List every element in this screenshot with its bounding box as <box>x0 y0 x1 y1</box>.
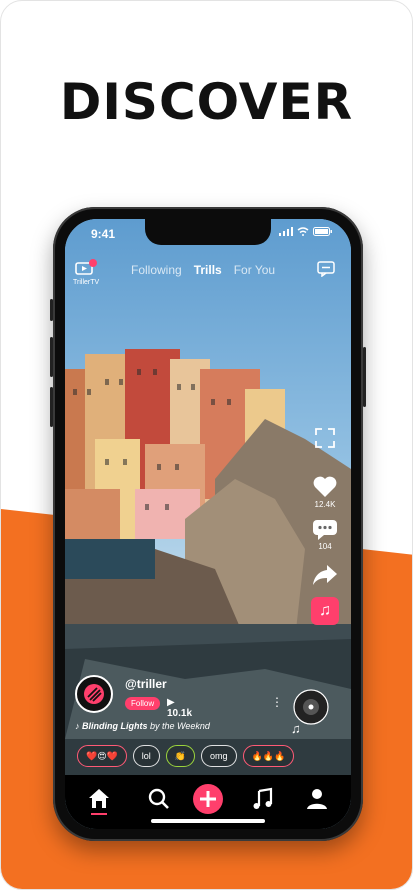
phone-volume-up <box>50 337 53 377</box>
action-rail: 12.4K 104 ♫ <box>307 427 343 625</box>
phone-notch <box>145 219 271 245</box>
song-artist: by the Weeknd <box>150 721 210 731</box>
top-bar: TrillerTV Following Trills For You <box>65 253 351 286</box>
phone-power-button <box>363 347 366 407</box>
app-store-card: DISCOVER 9:41 TrillerTV Following Trills… <box>0 0 413 890</box>
view-count: ▶ 10.1k <box>167 697 193 719</box>
phone-volume-down <box>50 387 53 427</box>
phone-silent-switch <box>50 299 53 321</box>
music-icon[interactable] <box>251 787 275 811</box>
song-info[interactable]: ♪ Blinding Lights by the Weeknd <box>75 721 210 731</box>
message-icon[interactable] <box>317 261 335 277</box>
bottom-nav <box>65 775 351 829</box>
tab-for-you[interactable]: For You <box>234 263 275 277</box>
share-icon[interactable] <box>312 563 338 587</box>
reaction-chip-omg[interactable]: omg <box>201 745 237 767</box>
heart-icon[interactable] <box>312 475 338 499</box>
headline: DISCOVER <box>59 73 354 131</box>
reaction-chip-lol[interactable]: lol <box>132 745 160 767</box>
comments-count: 104 <box>318 542 332 551</box>
triller-tv-icon[interactable] <box>75 259 97 277</box>
music-note-icon[interactable]: ♫ <box>311 597 339 625</box>
music-note-small-icon: ♫ <box>291 721 301 736</box>
phone-screen[interactable]: 9:41 TrillerTV Following Trills For You <box>65 219 351 829</box>
comment-icon[interactable] <box>312 519 338 541</box>
creator-handle[interactable]: @triller <box>125 677 167 691</box>
home-icon[interactable] <box>87 787 111 811</box>
reaction-chip-hearts[interactable]: ❤️😍❤️ <box>77 745 127 767</box>
battery-icon <box>313 227 332 236</box>
wifi-icon <box>297 227 309 236</box>
avatar[interactable] <box>75 675 113 713</box>
status-time: 9:41 <box>91 227 116 241</box>
phone-mockup: 9:41 TrillerTV Following Trills For You <box>50 207 366 841</box>
more-options-icon[interactable]: ⋮ <box>271 695 283 709</box>
triller-logo-icon <box>84 684 104 704</box>
follow-button[interactable]: Follow <box>125 697 161 710</box>
reaction-chip-clap[interactable]: 👏 <box>165 745 196 767</box>
home-active-indicator <box>91 813 107 815</box>
song-note-icon: ♪ <box>75 721 83 731</box>
song-title: Blinding Lights <box>82 721 148 731</box>
tab-following[interactable]: Following <box>131 263 182 277</box>
tab-trills[interactable]: Trills <box>194 263 222 277</box>
profile-icon[interactable] <box>305 787 329 811</box>
search-icon[interactable] <box>147 787 171 811</box>
reaction-chip-fire[interactable]: 🔥🔥🔥 <box>242 745 295 767</box>
plus-icon[interactable] <box>192 783 224 815</box>
likes-count: 12.4K <box>314 500 336 509</box>
feed-tabs: Following Trills For You <box>131 263 275 277</box>
signal-icon <box>279 227 293 236</box>
home-indicator <box>151 819 265 823</box>
reaction-chips: ❤️😍❤️ lol 👏 omg 🔥🔥🔥 <box>77 745 295 767</box>
fullscreen-icon[interactable] <box>314 427 336 449</box>
triller-tv-label: TrillerTV <box>73 279 100 286</box>
status-icons <box>279 227 333 236</box>
